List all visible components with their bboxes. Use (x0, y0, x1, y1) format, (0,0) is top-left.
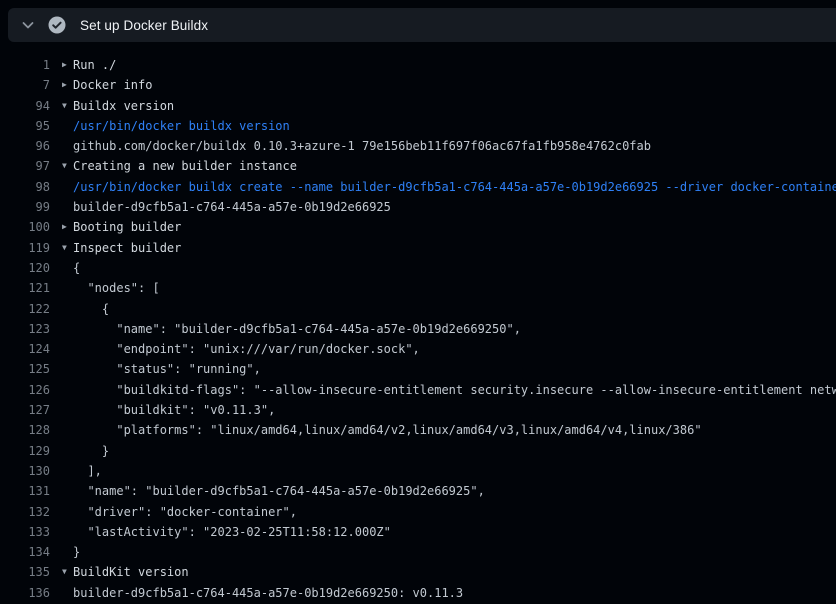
log-output-text: "buildkit": "v0.11.3", (73, 400, 275, 420)
log-line: 124 "endpoint": "unix:///var/run/docker.… (0, 339, 836, 359)
log-line: 99 builder-d9cfb5a1-c764-445a-a57e-0b19d2… (0, 197, 836, 217)
log-line: 125 "status": "running", (0, 359, 836, 379)
group-expanded-triangle-icon[interactable]: ▼ (62, 562, 73, 582)
log-output-text: "lastActivity": "2023-02-25T11:58:12.000… (73, 522, 391, 542)
log-output-text: "platforms": "linux/amd64,linux/amd64/v2… (73, 420, 702, 440)
log-output-text: github.com/docker/buildx 0.10.3+azure-1 … (73, 136, 651, 156)
log-line: 98/usr/bin/docker buildx create --name b… (0, 177, 836, 197)
line-number[interactable]: 96 (0, 136, 50, 156)
log-output-text: } (73, 542, 80, 562)
log-line: 131 "name": "builder-d9cfb5a1-c764-445a-… (0, 481, 836, 501)
log-command-text: /usr/bin/docker buildx version (73, 116, 290, 136)
log-output-text: ], (73, 461, 102, 481)
chevron-down-icon (20, 17, 36, 33)
line-number[interactable]: 97 (0, 156, 50, 176)
group-expanded-triangle-icon[interactable]: ▼ (62, 156, 73, 176)
group-collapsed-triangle-icon[interactable]: ▶ (62, 75, 73, 95)
step-header[interactable]: Set up Docker Buildx (8, 8, 836, 42)
log-output-text: builder-d9cfb5a1-c764-445a-a57e-0b19d2e6… (73, 583, 463, 603)
log-output-text: "driver": "docker-container", (73, 502, 297, 522)
log-output-text: "status": "running", (73, 359, 261, 379)
line-number[interactable]: 128 (0, 420, 50, 440)
line-number[interactable]: 99 (0, 197, 50, 217)
line-number[interactable]: 98 (0, 177, 50, 197)
log-output-text: "endpoint": "unix:///var/run/docker.sock… (73, 339, 420, 359)
log-line: 120 { (0, 258, 836, 278)
check-circle-icon (48, 16, 66, 34)
log-line: 133 "lastActivity": "2023-02-25T11:58:12… (0, 522, 836, 542)
log-output-text: "buildkitd-flags": "--allow-insecure-ent… (73, 380, 836, 400)
log-line: 132 "driver": "docker-container", (0, 502, 836, 522)
line-number[interactable]: 127 (0, 400, 50, 420)
line-number[interactable]: 94 (0, 96, 50, 116)
line-number[interactable]: 119 (0, 238, 50, 258)
line-number[interactable]: 131 (0, 481, 50, 501)
log-output-text: "name": "builder-d9cfb5a1-c764-445a-a57e… (73, 319, 521, 339)
log-group-title[interactable]: Creating a new builder instance (73, 156, 297, 176)
line-number[interactable]: 120 (0, 258, 50, 278)
log-group-row: 94 ▼Buildx version (0, 96, 836, 116)
log-group-row: 100 ▶Booting builder (0, 217, 836, 237)
log-line: 121 "nodes": [ (0, 278, 836, 298)
log-group-title[interactable]: Buildx version (73, 96, 174, 116)
line-number[interactable]: 124 (0, 339, 50, 359)
line-number[interactable]: 125 (0, 359, 50, 379)
line-number[interactable]: 95 (0, 116, 50, 136)
log-output-text: builder-d9cfb5a1-c764-445a-a57e-0b19d2e6… (73, 197, 391, 217)
line-number[interactable]: 122 (0, 299, 50, 319)
collapse-step-button[interactable] (12, 8, 44, 42)
log-output-text: { (73, 258, 80, 278)
step-title: Set up Docker Buildx (80, 18, 208, 33)
log-command-text: /usr/bin/docker buildx create --name bui… (73, 177, 836, 197)
line-number[interactable]: 132 (0, 502, 50, 522)
log-line: 122 { (0, 299, 836, 319)
log-group-title[interactable]: BuildKit version (73, 562, 189, 582)
log-output-text: } (73, 441, 109, 461)
group-collapsed-triangle-icon[interactable]: ▶ (62, 55, 73, 75)
log-output-text: { (73, 299, 109, 319)
log-group-row: 119 ▼Inspect builder (0, 238, 836, 258)
line-number[interactable]: 7 (0, 75, 50, 95)
log-group-title[interactable]: Inspect builder (73, 238, 181, 258)
group-expanded-triangle-icon[interactable]: ▼ (62, 238, 73, 258)
log-group-row: 135 ▼BuildKit version (0, 562, 836, 582)
line-number[interactable]: 135 (0, 562, 50, 582)
log-output-text: "name": "builder-d9cfb5a1-c764-445a-a57e… (73, 481, 485, 501)
log-group-row: 7 ▶Docker info (0, 75, 836, 95)
line-number[interactable]: 129 (0, 441, 50, 461)
log-line: 130 ], (0, 461, 836, 481)
log-line: 129 } (0, 441, 836, 461)
log-line: 126 "buildkitd-flags": "--allow-insecure… (0, 380, 836, 400)
log-group-title[interactable]: Run ./ (73, 55, 116, 75)
log-line: 123 "name": "builder-d9cfb5a1-c764-445a-… (0, 319, 836, 339)
group-collapsed-triangle-icon[interactable]: ▶ (62, 217, 73, 237)
line-number[interactable]: 121 (0, 278, 50, 298)
line-number[interactable]: 126 (0, 380, 50, 400)
log-line: 127 "buildkit": "v0.11.3", (0, 400, 836, 420)
log-group-row: 1 ▶Run ./ (0, 55, 836, 75)
log-group-title[interactable]: Booting builder (73, 217, 181, 237)
line-number[interactable]: 123 (0, 319, 50, 339)
log-group-title[interactable]: Docker info (73, 75, 152, 95)
log-group-row: 97 ▼Creating a new builder instance (0, 156, 836, 176)
line-number[interactable]: 100 (0, 217, 50, 237)
log-line: 136 builder-d9cfb5a1-c764-445a-a57e-0b19d… (0, 583, 836, 603)
log-line: 96 github.com/docker/buildx 0.10.3+azure-… (0, 136, 836, 156)
line-number[interactable]: 130 (0, 461, 50, 481)
log-line: 134} (0, 542, 836, 562)
log-line: 128 "platforms": "linux/amd64,linux/amd6… (0, 420, 836, 440)
log-viewer: 1▶Run ./7▶Docker info94▼Buildx version95… (0, 55, 836, 603)
line-number[interactable]: 133 (0, 522, 50, 542)
group-expanded-triangle-icon[interactable]: ▼ (62, 96, 73, 116)
log-output-text: "nodes": [ (73, 278, 160, 298)
log-line: 95/usr/bin/docker buildx version (0, 116, 836, 136)
line-number[interactable]: 136 (0, 583, 50, 603)
line-number[interactable]: 1 (0, 55, 50, 75)
line-number[interactable]: 134 (0, 542, 50, 562)
